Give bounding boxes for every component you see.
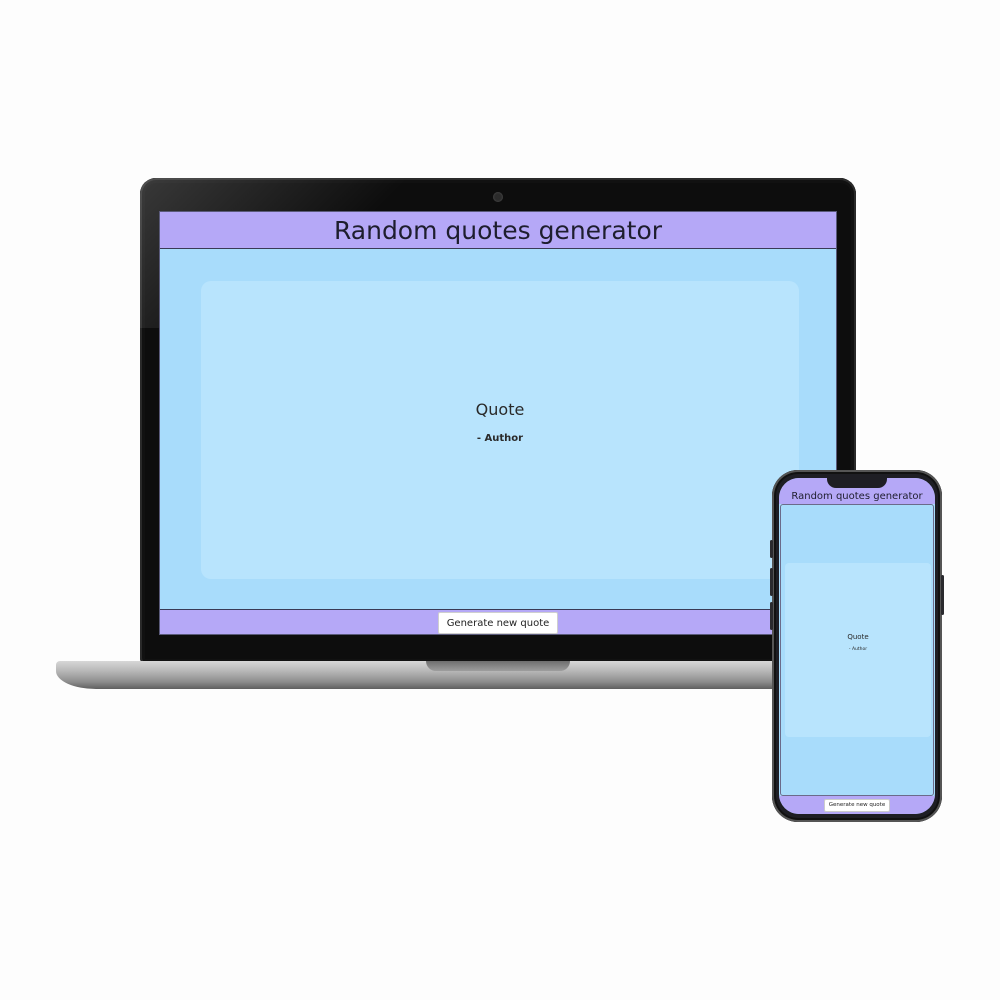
phone-main-area: Quote - Author: [780, 504, 934, 796]
phone-page-footer: Generate new quote: [779, 796, 935, 814]
page-title: Random quotes generator: [333, 215, 663, 245]
laptop-frame: Random quotes generator Quote - Author G…: [140, 178, 856, 664]
phone-frame: Random quotes generator Quote - Author G…: [770, 470, 944, 822]
generate-quote-button[interactable]: Generate new quote: [437, 612, 559, 634]
laptop-screen: Random quotes generator Quote - Author G…: [159, 211, 837, 635]
camera-icon: [493, 192, 503, 202]
page-header: Random quotes generator: [160, 212, 836, 249]
phone-power-button: [941, 575, 944, 615]
phone-quote-card: Quote - Author: [785, 563, 931, 737]
phone-screen: Random quotes generator Quote - Author G…: [779, 478, 935, 814]
phone-notch: [827, 478, 887, 488]
device-mockup-stage: Random quotes generator Quote - Author G…: [0, 0, 1000, 1000]
phone-quote-author: - Author: [848, 646, 868, 652]
phone-quote-text: Quote: [847, 632, 869, 641]
phone-generate-quote-button[interactable]: Generate new quote: [823, 798, 891, 812]
laptop-hinge-notch: [426, 661, 570, 671]
page-footer: Generate new quote: [160, 609, 836, 634]
phone-page-title: Random quotes generator: [791, 491, 923, 502]
quote-author: - Author: [476, 433, 524, 444]
main-area: Quote - Author: [160, 249, 836, 609]
phone-volume-up-button: [770, 568, 773, 596]
quote-text: Quote: [475, 400, 525, 419]
phone-side-button: [770, 540, 773, 558]
phone-volume-down-button: [770, 602, 773, 630]
quote-card: Quote - Author: [201, 281, 799, 579]
